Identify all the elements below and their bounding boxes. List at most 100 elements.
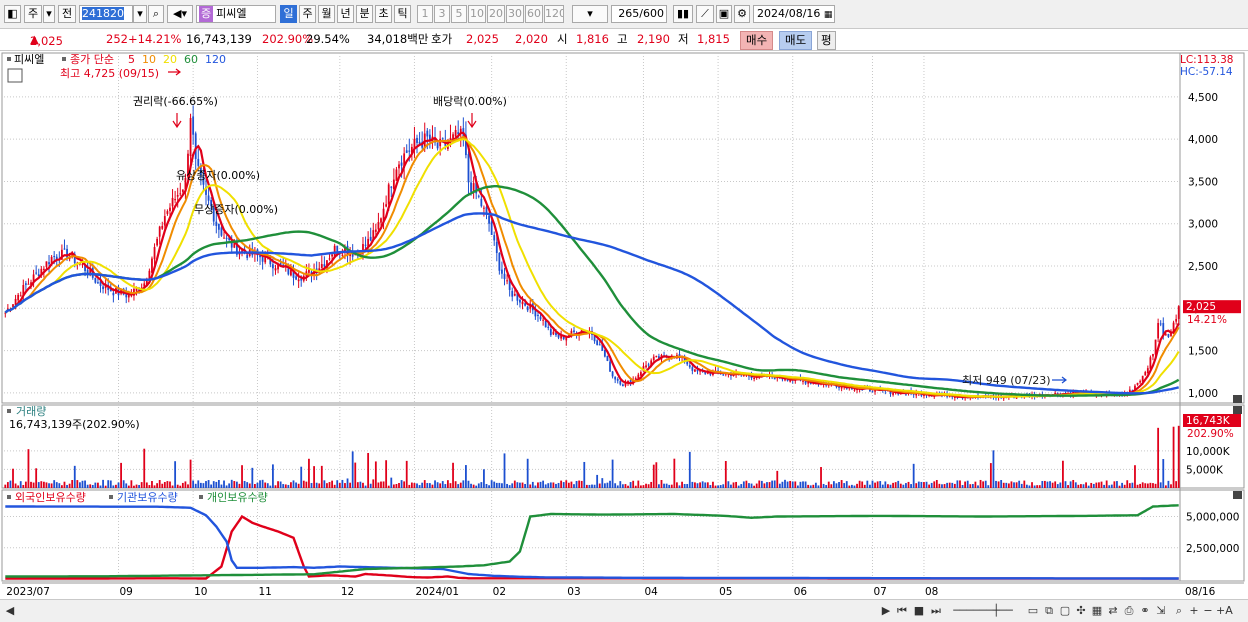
volume-bar	[557, 482, 560, 488]
first-page-icon[interactable]: ⏮	[895, 603, 909, 619]
volume-bar	[122, 480, 125, 488]
x-tick-label: 02	[493, 586, 506, 598]
code-dropdown-icon[interactable]: ▾	[133, 5, 147, 23]
interval-dropdown[interactable]: ▾	[572, 5, 608, 23]
font-size-icon[interactable]: +A	[1216, 603, 1233, 619]
volume-bar	[84, 480, 86, 488]
period-button-0[interactable]: 일	[280, 5, 297, 23]
date-field[interactable]: 2024/08/16 ▦	[753, 5, 835, 23]
average-button[interactable]: 평	[817, 31, 836, 50]
volume-bar	[529, 484, 532, 488]
buy-button[interactable]: 매수	[740, 31, 774, 50]
zoom-in-icon[interactable]: ⌕	[1172, 603, 1186, 619]
volume-panel-value: 16,743,139주(202.90%)	[9, 418, 140, 431]
interval-button-10[interactable]: 10	[468, 5, 486, 23]
copy-icon[interactable]: ⧉	[1042, 603, 1056, 619]
candle	[169, 207, 171, 212]
period-button-2[interactable]: 월	[318, 5, 335, 23]
volume-panel-close-icon[interactable]	[1233, 406, 1242, 414]
x-tick-label: 2024/01	[415, 586, 459, 598]
candle	[297, 279, 300, 282]
volume-bar	[282, 484, 285, 488]
layout-icon[interactable]: ▭	[1026, 603, 1040, 619]
volume-bar	[791, 481, 794, 488]
compare-icon[interactable]: ⇄	[1106, 603, 1120, 619]
volume-bar	[290, 482, 292, 488]
volume-bar	[135, 484, 138, 488]
candle	[408, 150, 411, 152]
volume-bar	[735, 481, 738, 488]
period-button-5[interactable]: 초	[375, 5, 392, 23]
period-button-6[interactable]: 틱	[394, 5, 411, 23]
interval-button-20[interactable]: 20	[487, 5, 505, 23]
interval-button-60[interactable]: 60	[525, 5, 543, 23]
period-button-1[interactable]: 주	[299, 5, 316, 23]
volume-bar	[17, 485, 20, 488]
last-page-icon[interactable]: ⏭	[929, 603, 943, 619]
volume-bar	[737, 485, 740, 488]
volume-bar	[287, 484, 290, 488]
market-select[interactable]: 주	[24, 5, 42, 23]
holdings-panel-close-icon[interactable]	[1233, 491, 1242, 499]
volume-bar	[627, 485, 629, 488]
grid-icon[interactable]: ▦	[1090, 603, 1104, 619]
holdings-legend-1: 기관보유수량	[117, 491, 178, 504]
interval-button-1[interactable]: 1	[417, 5, 433, 23]
volume-bar	[1064, 481, 1067, 488]
volume-bar	[786, 481, 789, 488]
period-button-3[interactable]: 년	[337, 5, 354, 23]
plus-icon[interactable]: +	[1188, 603, 1200, 619]
candle	[377, 221, 380, 230]
event-annotation: 권리락(-66.65%)	[133, 95, 218, 108]
volume-bar	[253, 484, 256, 488]
stock-name-field[interactable]: 증 피씨엘	[196, 5, 276, 23]
trend-tool-icon[interactable]: ⟋	[696, 5, 714, 23]
gear-icon[interactable]: ⚙	[734, 5, 750, 23]
zoom-slider[interactable]: ──────┼──	[948, 603, 1018, 619]
save-icon[interactable]: ▣	[716, 5, 732, 23]
price-panel-close-icon[interactable]	[1233, 395, 1242, 403]
calculator-icon[interactable]	[7, 68, 23, 83]
code-input[interactable]: 241820	[79, 5, 133, 23]
interval-button-5[interactable]: 5	[451, 5, 467, 23]
volume-bar	[179, 485, 182, 488]
sell-button[interactable]: 매도	[779, 31, 813, 50]
y-tick-label: 1,500	[1188, 346, 1218, 358]
window-menu-icon[interactable]: ◧	[4, 5, 21, 23]
count-field[interactable]: 265/600	[611, 5, 667, 23]
volume-bar	[71, 480, 74, 488]
candle	[1159, 323, 1162, 325]
volume-bar	[153, 485, 156, 488]
volume-bar	[318, 483, 321, 488]
interval-button-120[interactable]: 120	[544, 5, 564, 23]
prev-button[interactable]: 전	[58, 5, 76, 23]
window-icon[interactable]: ▢	[1058, 603, 1072, 619]
last-price-label: 2,025	[1186, 301, 1216, 313]
candle	[871, 391, 874, 393]
period-button-4[interactable]: 분	[356, 5, 373, 23]
chart-area[interactable]: 2023/07 09 10 11 12 2024/01 02 03 04 05 06 07 08 08/1…	[0, 51, 1248, 599]
candle-type-icon[interactable]: ▮▮	[673, 5, 693, 23]
candle	[45, 261, 48, 267]
interval-button-3[interactable]: 3	[434, 5, 450, 23]
export-icon[interactable]: ⇲	[1154, 603, 1168, 619]
volume-bar	[369, 483, 372, 488]
search-icon[interactable]: ⌕	[148, 5, 164, 23]
interval-button-30[interactable]: 30	[506, 5, 524, 23]
volume-bar	[534, 485, 537, 488]
minus-icon[interactable]: −	[1202, 603, 1214, 619]
volume-bar	[1146, 483, 1149, 488]
print-icon[interactable]: ⎙	[1122, 603, 1136, 619]
volume-bar	[140, 482, 143, 488]
candle	[488, 215, 490, 224]
stop-icon[interactable]: ■	[912, 603, 926, 619]
volume-bar	[1123, 484, 1126, 488]
candle	[207, 195, 210, 201]
volume-bar	[686, 483, 689, 488]
speaker-icon[interactable]: ◀▾	[167, 5, 193, 23]
link-icon[interactable]: ⚭	[1138, 603, 1152, 619]
market-dropdown-icon[interactable]: ▾	[43, 5, 55, 23]
scroll-left-icon[interactable]: ◀	[4, 603, 16, 619]
scroll-right-icon[interactable]: ▶	[880, 603, 892, 619]
crosshair-icon[interactable]: ✣	[1074, 603, 1088, 619]
